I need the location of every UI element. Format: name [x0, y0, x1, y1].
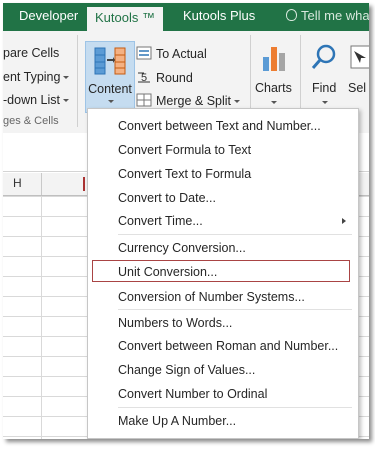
menu-item-label: Convert Number to Ordinal [118, 387, 268, 401]
round-button[interactable]: 5 Round [136, 70, 193, 85]
tell-me-box[interactable]: Tell me what y [286, 3, 369, 31]
column-divider [41, 173, 42, 195]
menu-item-convert-time[interactable]: Convert Time... [88, 210, 358, 232]
menu-item-convert-text-number[interactable]: Convert between Text and Number... [88, 115, 358, 137]
magnifier-icon [311, 44, 336, 69]
dropdown-list-label: -down List [3, 93, 60, 107]
to-actual-label: To Actual [156, 47, 207, 61]
charts-label: Charts [255, 81, 292, 95]
chevron-down-icon [271, 101, 277, 104]
menu-separator [118, 309, 352, 310]
content-icon [94, 47, 126, 75]
menu-item-label: Convert Time... [118, 214, 203, 228]
menu-item-convert-to-date[interactable]: Convert to Date... [88, 187, 358, 209]
menu-item-roman-number[interactable]: Convert between Roman and Number... [88, 335, 358, 357]
prevent-typing-label: ent Typing [3, 70, 61, 84]
prevent-typing-button[interactable]: ent Typing [3, 70, 70, 84]
content-button[interactable]: Content [85, 41, 135, 113]
group-label-ranges-cells: ges & Cells [3, 115, 59, 127]
chevron-down-icon [63, 76, 70, 79]
compare-cells-button[interactable]: pare Cells [3, 46, 59, 60]
menu-item-label: Change Sign of Values... [118, 363, 256, 377]
find-button[interactable]: Find [309, 43, 343, 113]
merge-split-label: Merge & Split [156, 94, 232, 108]
tab-developer[interactable]: Developer [19, 3, 78, 31]
submenu-arrow-icon [342, 218, 346, 224]
ribbon-tab-bar: Developer Kutools ™ Kutools Plus Tell me… [3, 3, 369, 31]
menu-item-number-to-ordinal[interactable]: Convert Number to Ordinal [88, 383, 358, 405]
merge-split-button[interactable]: Merge & Split [136, 93, 241, 108]
tab-kutools[interactable]: Kutools ™ [87, 7, 163, 31]
tell-me-text: Tell me what y [301, 8, 369, 23]
excel-window: Developer Kutools ™ Kutools Plus Tell me… [3, 3, 369, 439]
chevron-down-icon [322, 101, 328, 104]
compare-cells-label: pare Cells [3, 46, 60, 60]
menu-item-label: Convert Formula to Text [118, 143, 252, 157]
content-label: Content [88, 82, 132, 96]
grid-column-line [41, 196, 42, 439]
menu-item-label: Make Up A Number... [118, 414, 237, 428]
menu-item-number-systems[interactable]: Conversion of Number Systems... [88, 286, 358, 308]
select-button[interactable]: Sel [348, 43, 369, 113]
charts-button[interactable]: Charts [255, 43, 295, 113]
menu-item-label: Convert between Text and Number... [118, 119, 321, 133]
menu-item-label: Convert Text to Formula [118, 167, 252, 181]
chevron-down-icon [62, 99, 69, 102]
dropdown-list-button[interactable]: -down List [3, 93, 69, 107]
menu-item-label: Convert to Date... [118, 191, 216, 205]
bar-chart-icon [263, 47, 285, 71]
content-dropdown-menu: Convert between Text and Number... Conve… [87, 108, 359, 439]
menu-item-label: Numbers to Words... [118, 316, 233, 330]
merge-split-icon [136, 93, 152, 107]
menu-item-numbers-to-words[interactable]: Numbers to Words... [88, 312, 358, 334]
menu-separator [118, 234, 352, 235]
menu-item-label: Unit Conversion... [118, 265, 218, 279]
column-header-marker [83, 177, 85, 191]
menu-item-change-sign[interactable]: Change Sign of Values... [88, 359, 358, 381]
tab-kutools-plus[interactable]: Kutools Plus [183, 3, 255, 31]
menu-separator [118, 407, 352, 408]
to-actual-icon [136, 46, 152, 60]
column-header-h[interactable]: H [13, 176, 22, 190]
round-label: Round [156, 71, 193, 85]
menu-item-text-to-formula[interactable]: Convert Text to Formula [88, 163, 358, 185]
select-icon [350, 45, 369, 69]
menu-item-unit-conversion[interactable]: Unit Conversion... [92, 260, 350, 282]
find-label: Find [312, 81, 337, 95]
chevron-down-icon [234, 100, 241, 103]
menu-item-label: Convert between Roman and Number... [118, 339, 339, 353]
menu-item-make-up-number[interactable]: Make Up A Number... [88, 410, 358, 432]
group-separator [77, 35, 78, 127]
select-label: Sel [348, 81, 367, 95]
menu-item-currency-conversion[interactable]: Currency Conversion... [88, 237, 358, 259]
to-actual-button[interactable]: To Actual [136, 46, 207, 61]
lightbulb-icon [286, 9, 297, 21]
menu-item-formula-to-text[interactable]: Convert Formula to Text [88, 139, 358, 161]
menu-item-label: Conversion of Number Systems... [118, 290, 305, 304]
chevron-down-icon [108, 100, 114, 103]
menu-item-label: Currency Conversion... [118, 241, 246, 255]
round-icon: 5 [138, 72, 150, 84]
